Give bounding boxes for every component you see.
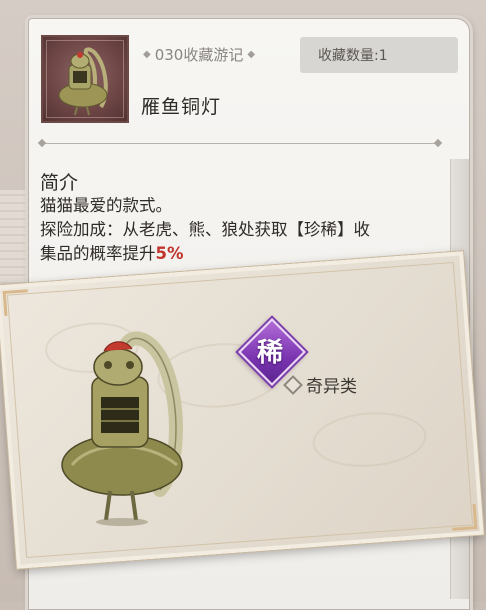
side-decoration xyxy=(0,190,30,290)
item-title: 雁鱼铜灯 xyxy=(141,96,222,118)
divider xyxy=(42,143,438,144)
collection-number-text: 030收藏游记 xyxy=(154,45,244,64)
collection-number: ◆ 030收藏游记 ◆ xyxy=(143,42,288,66)
category-tag: 奇异类 xyxy=(283,372,357,397)
desc-line: 探险加成：从老虎、熊、狼处获取【珍稀】收 xyxy=(40,220,370,239)
diamond-bullet-icon xyxy=(283,374,303,395)
bonus-percentage: 5% xyxy=(155,244,184,263)
collection-count-text: 收藏数量:1 xyxy=(318,48,388,64)
desc-line-prefix: 集品的概率提升 xyxy=(40,244,156,263)
item-thumbnail[interactable] xyxy=(41,35,129,123)
intro-heading: 简介 xyxy=(40,172,79,194)
diamond-ornament-icon: ◆ xyxy=(143,48,151,60)
goose-fish-bronze-lamp-icon xyxy=(58,47,108,116)
corner-ornament-icon xyxy=(2,289,30,316)
goose-fish-bronze-lamp-icon xyxy=(61,331,183,526)
diamond-ornament-icon: ◆ xyxy=(247,48,256,60)
corner-ornament-icon xyxy=(450,504,478,531)
collection-count-badge: 收藏数量:1 xyxy=(300,37,458,73)
category-label: 奇异类 xyxy=(306,377,357,397)
intro-description: 猫猫最爱的款式。 探险加成：从老虎、熊、狼处获取【珍稀】收 集品的概率提升5% xyxy=(40,194,450,266)
desc-line: 猫猫最爱的款式。 xyxy=(40,196,172,215)
